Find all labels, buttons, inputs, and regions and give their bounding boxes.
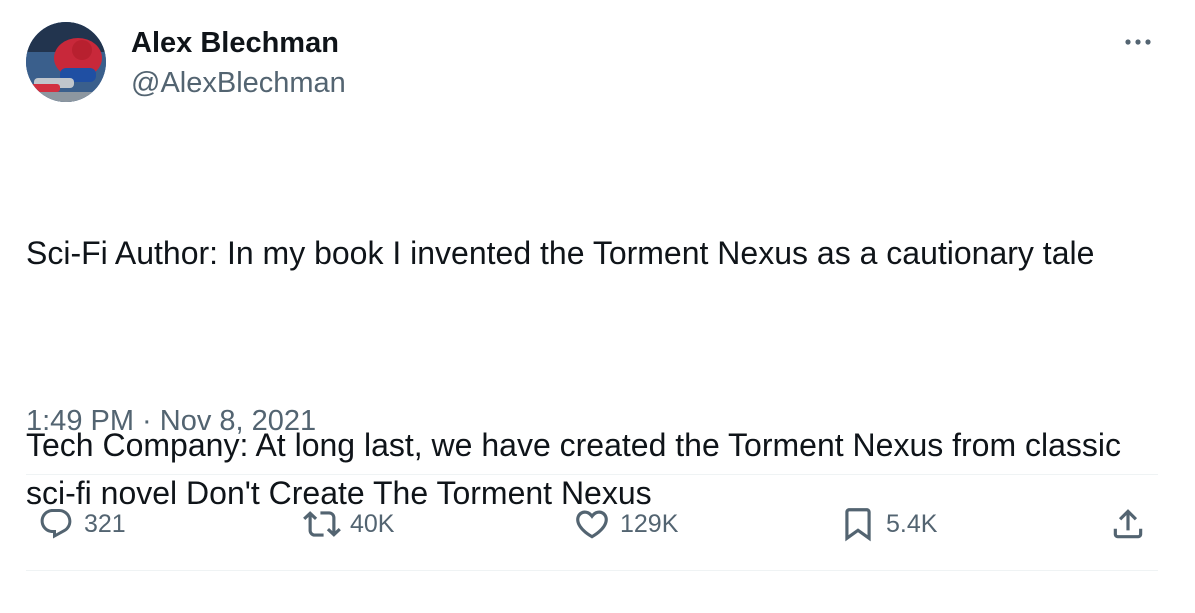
more-dots-icon	[1125, 39, 1151, 45]
bookmark-icon	[836, 502, 880, 546]
share-icon	[1106, 502, 1150, 546]
author-display-name[interactable]: Alex Blechman	[131, 26, 339, 60]
retweet-icon	[300, 502, 344, 546]
retweet-count: 40K	[350, 510, 395, 538]
author-handle[interactable]: @AlexBlechman	[131, 66, 346, 100]
tweet-card: Alex Blechman @AlexBlechman Sci-Fi Autho…	[0, 0, 1195, 575]
retweet-button[interactable]: 40K	[300, 502, 394, 546]
divider	[26, 474, 1158, 475]
heart-icon	[570, 502, 614, 546]
bookmark-button[interactable]: 5.4K	[836, 502, 937, 546]
reply-button[interactable]: 321	[34, 502, 126, 546]
more-options-button[interactable]	[1118, 28, 1158, 56]
divider	[26, 570, 1158, 571]
tweet-timestamp[interactable]: 1:49 PM · Nov 8, 2021	[26, 403, 316, 439]
reply-count: 321	[84, 510, 126, 538]
like-button[interactable]: 129K	[570, 502, 678, 546]
avatar-image	[26, 22, 106, 102]
bookmark-count: 5.4K	[886, 510, 938, 538]
reply-icon	[34, 502, 78, 546]
share-button[interactable]	[1106, 502, 1150, 546]
like-count: 129K	[620, 510, 679, 538]
tweet-paragraph: Sci-Fi Author: In my book I invented the…	[26, 235, 1095, 271]
avatar[interactable]	[26, 22, 106, 102]
